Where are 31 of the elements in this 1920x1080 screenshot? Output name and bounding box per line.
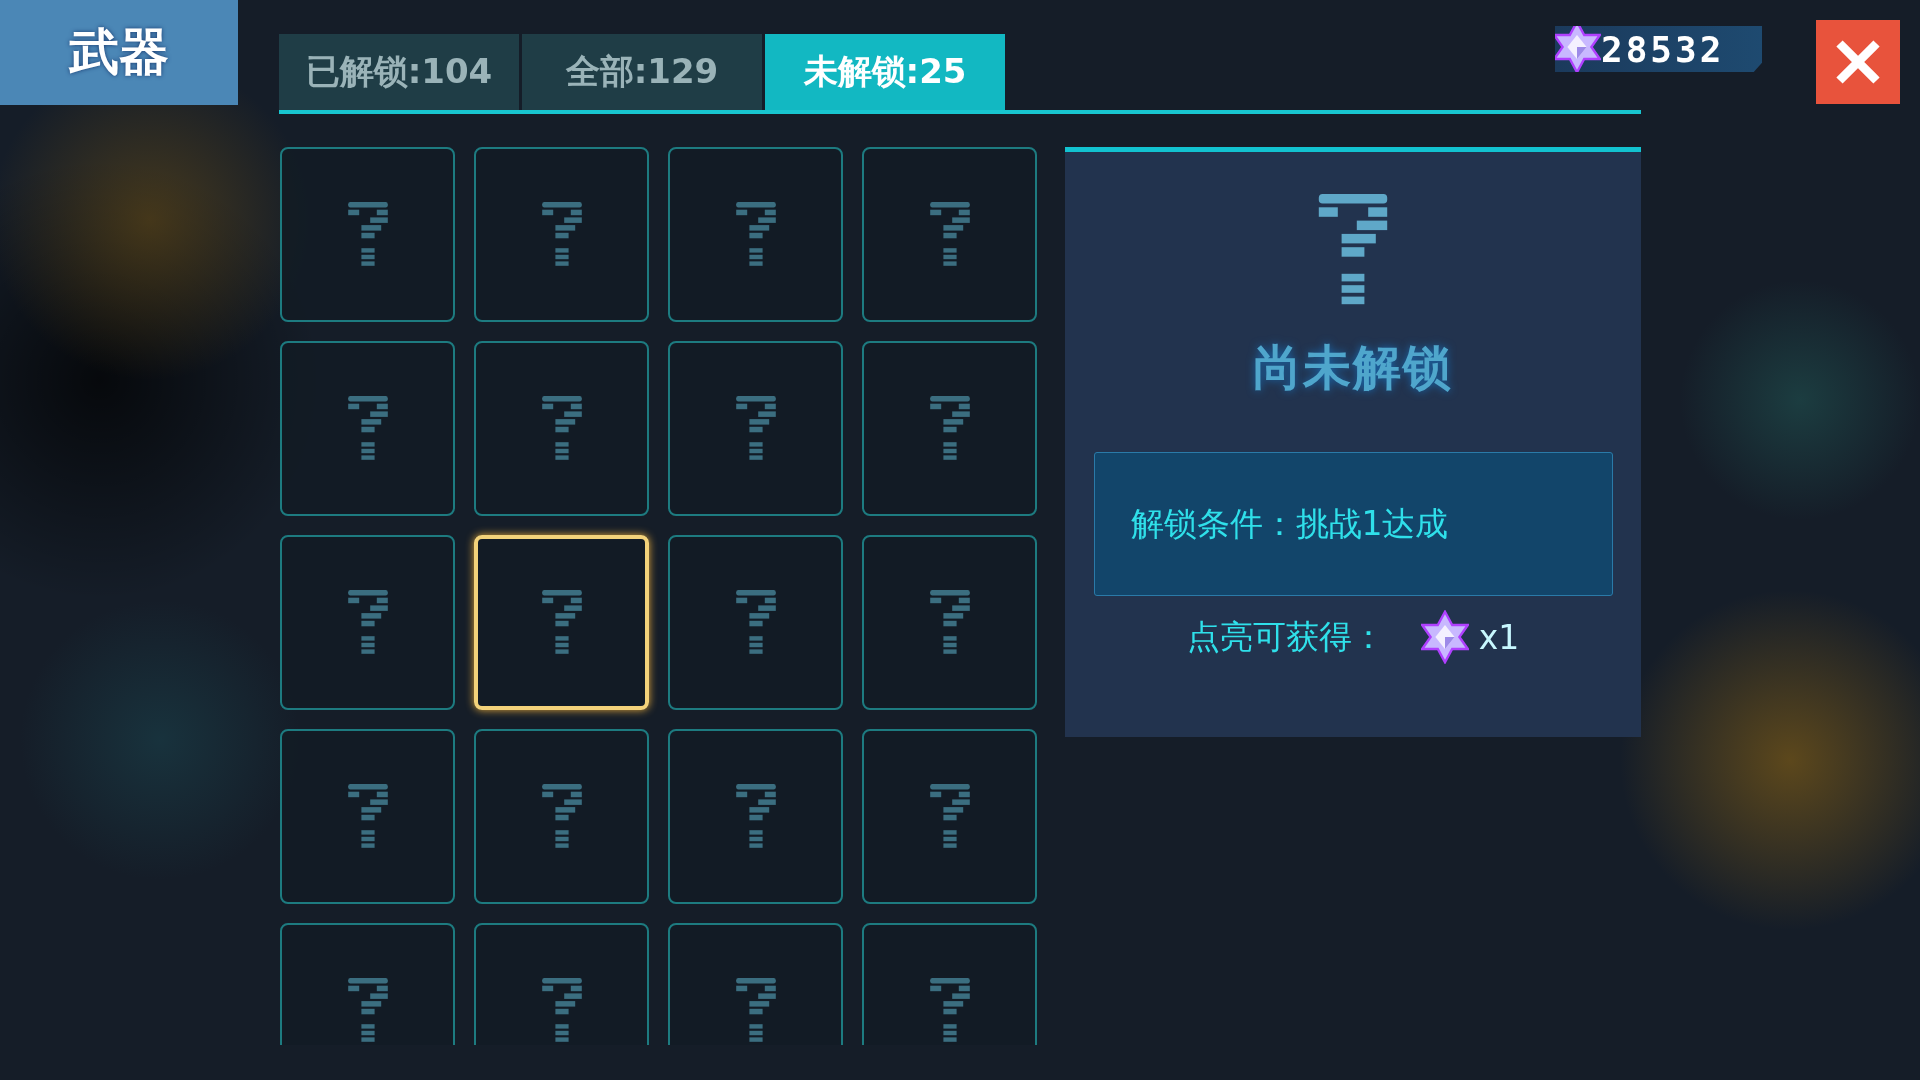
question-mark-icon — [733, 395, 778, 462]
question-mark-icon — [927, 783, 972, 850]
question-mark-icon — [733, 589, 778, 656]
filter-tab[interactable]: 已解锁:104 — [279, 34, 519, 110]
filter-tab[interactable]: 全部:129 — [522, 34, 762, 110]
question-mark-icon — [345, 201, 390, 268]
page-title: 武器 — [0, 0, 238, 105]
question-mark-icon — [539, 395, 584, 462]
question-mark-icon — [927, 977, 972, 1044]
close-icon — [1836, 40, 1880, 84]
unlock-condition: 解锁条件：挑战1达成 — [1093, 452, 1613, 596]
question-mark-icon — [927, 201, 972, 268]
close-button[interactable] — [1816, 20, 1900, 104]
question-mark-icon — [345, 589, 390, 656]
question-mark-icon — [733, 977, 778, 1044]
question-mark-icon — [345, 977, 390, 1044]
reward-label: 点亮可获得： — [1186, 615, 1385, 658]
locked-status: 尚未解锁 — [1253, 338, 1453, 397]
question-mark-icon — [733, 783, 778, 850]
question-mark-icon — [345, 783, 390, 850]
currency-amount: 28532 — [1601, 28, 1725, 70]
star-gem-icon — [1420, 610, 1469, 664]
question-mark-icon — [539, 201, 584, 268]
reward-count: x1 — [1478, 617, 1520, 657]
question-mark-icon — [733, 201, 778, 268]
question-mark-icon — [539, 977, 584, 1044]
question-mark-icon — [927, 395, 972, 462]
question-mark-icon — [927, 589, 972, 656]
question-mark-icon — [539, 783, 584, 850]
question-mark-icon — [539, 589, 584, 656]
question-mark-icon — [345, 395, 390, 462]
